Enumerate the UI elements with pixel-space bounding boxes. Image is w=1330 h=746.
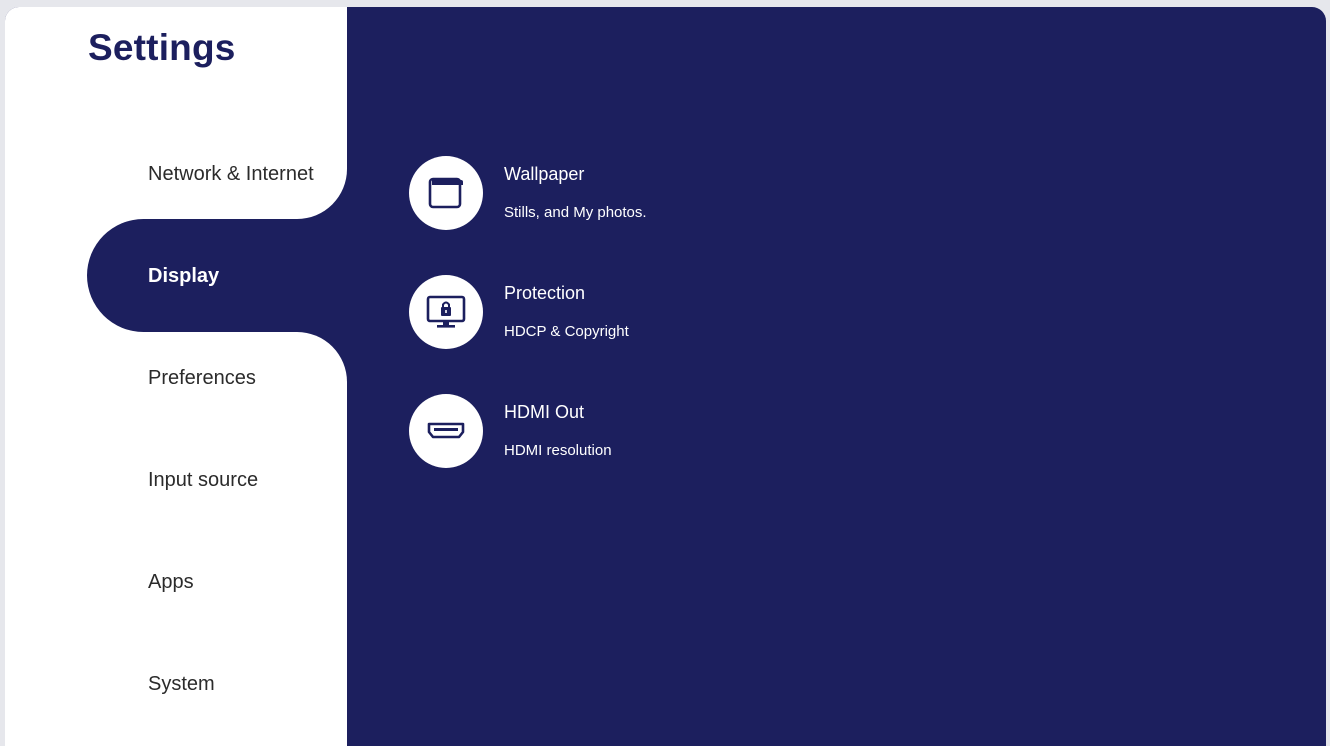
protection-icon-circle	[409, 275, 483, 349]
sidebar-item-system[interactable]: System	[148, 673, 215, 696]
hdmi-port-icon	[427, 422, 465, 439]
protection-title: Protection	[504, 283, 586, 303]
hdmi-out-title: HDMI Out	[504, 402, 585, 422]
settings-window: Settings Network & Internet Display Pref…	[5, 7, 1326, 746]
sidebar-item-input-source[interactable]: Input source	[148, 469, 258, 492]
sidebar-item-display[interactable]: Display	[148, 265, 219, 288]
monitor-lock-icon	[426, 295, 466, 328]
hdmi-out-icon-circle	[409, 394, 483, 468]
protection-option[interactable]: Protection HDCP & Copyright	[409, 275, 1009, 351]
sidebar-item-network-internet[interactable]: Network & Internet	[148, 163, 314, 186]
sidebar-item-preferences[interactable]: Preferences	[148, 367, 256, 390]
hdmi-out-option[interactable]: HDMI Out HDMI resolution	[409, 394, 1009, 470]
wallpaper-option[interactable]: Wallpaper Stills, and My photos.	[409, 156, 1009, 232]
protection-description: HDCP & Copyright	[504, 323, 629, 340]
wallpaper-icon-circle	[409, 156, 483, 230]
sidebar: Settings Network & Internet Display Pref…	[5, 7, 349, 746]
wallpaper-description: Stills, and My photos.	[504, 204, 647, 221]
page-title: Settings	[88, 27, 236, 68]
wallpaper-title: Wallpaper	[504, 164, 585, 184]
wallpaper-icon	[428, 177, 463, 209]
hdmi-out-description: HDMI resolution	[504, 442, 612, 459]
sidebar-item-apps[interactable]: Apps	[148, 571, 194, 594]
